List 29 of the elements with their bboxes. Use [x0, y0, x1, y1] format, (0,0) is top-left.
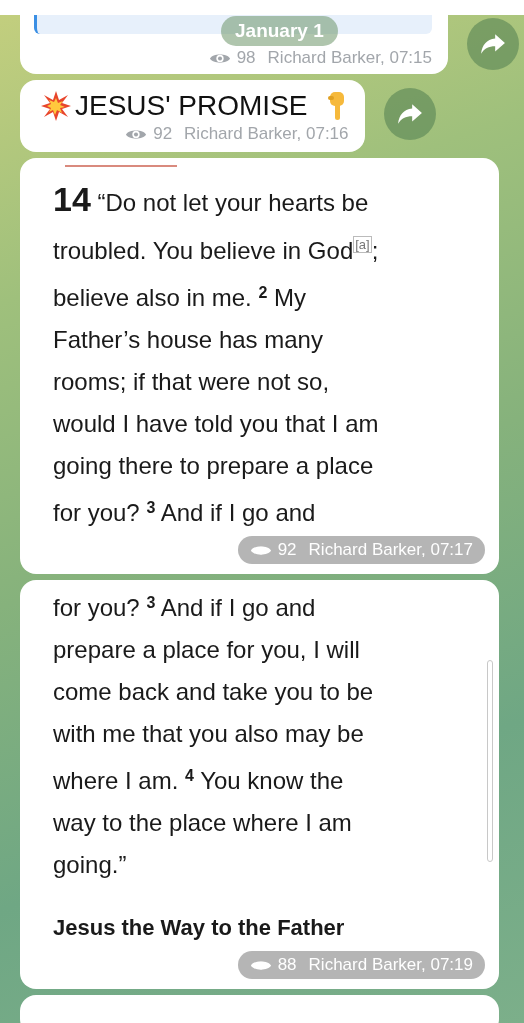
text-line: going.”	[53, 850, 127, 880]
text-line: where I am. $^{4}$ You know the	[53, 766, 344, 796]
view-count: 92	[153, 124, 173, 144]
text-line: Jesus the Way to the Father	[53, 914, 345, 942]
burst-icon	[40, 90, 72, 122]
forward-button[interactable]	[383, 88, 436, 140]
text-line: come back and take you to be	[53, 677, 374, 707]
text-line: prepare a place for you, I will	[53, 635, 360, 665]
text-line: with me that you also may be	[53, 719, 364, 749]
text-line: believe also in me. $^{2}$ My	[53, 283, 307, 313]
view-count: 98	[236, 48, 256, 68]
text-line: Father’s house has many	[53, 325, 323, 355]
view-count: 92	[277, 540, 297, 560]
text-line: way to the place where I am	[53, 808, 352, 838]
message-title: JESUS' PROMISE	[75, 90, 308, 122]
signature-text: Richard Barker, 07:17	[308, 540, 473, 560]
text-line: 14 “Do not let your hearts be	[53, 179, 369, 220]
text-line: rooms; if that were not so,	[53, 367, 330, 397]
text-line: for you? $^{3}$ And if I go and	[53, 593, 316, 623]
view-count: 88	[277, 955, 297, 975]
date-pill: January 1	[221, 16, 338, 46]
text-line: going there to prepare a place	[53, 451, 374, 481]
text-line: would I have told you that I am	[53, 409, 379, 439]
text-line: troubled. You believe in God$^{[a]}$;	[53, 235, 379, 266]
signature-text: Richard Barker, 07:16	[184, 124, 349, 144]
text-line: for you? $^{3}$ And if I go and	[53, 498, 316, 528]
signature-text: Richard Barker, 07:15	[267, 48, 432, 68]
forward-button[interactable]	[467, 18, 519, 70]
signature-text: Richard Barker, 07:19	[308, 955, 473, 975]
